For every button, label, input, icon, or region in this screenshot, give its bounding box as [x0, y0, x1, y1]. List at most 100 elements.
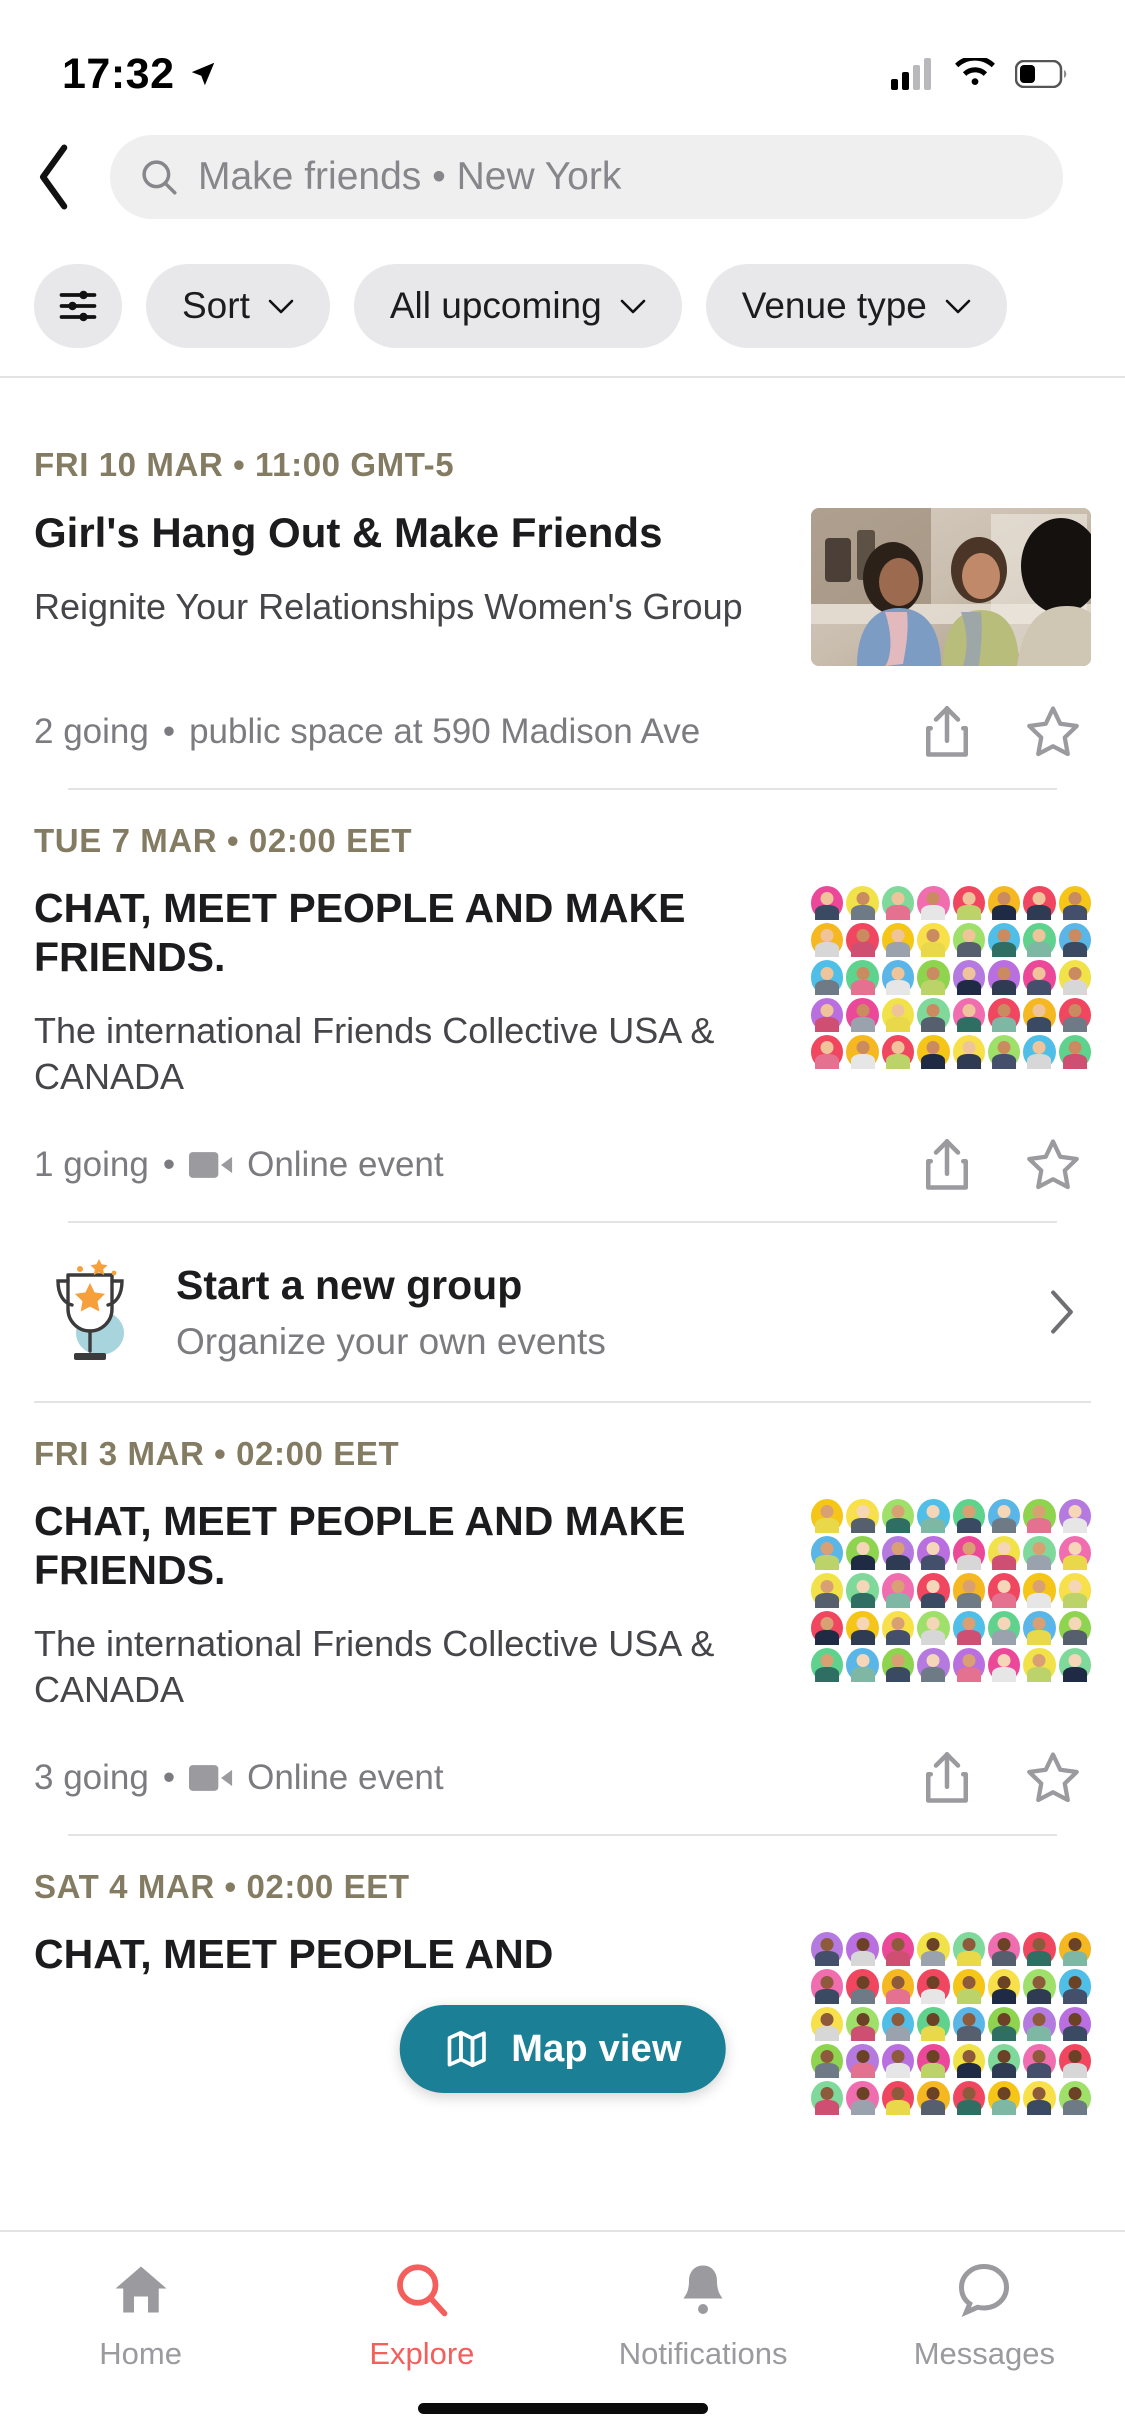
battery-low-icon — [1015, 60, 1067, 88]
avatar-circle — [1023, 2006, 1056, 2041]
avatar-circle — [846, 923, 879, 958]
share-icon[interactable] — [917, 1135, 977, 1195]
status-bar: 17:32 — [0, 0, 1125, 118]
home-icon — [111, 2258, 171, 2322]
bell-icon — [673, 2258, 733, 2322]
event-card-footer: 3 going • Online event — [34, 1718, 1091, 1834]
cafe-women-photo — [811, 508, 1091, 666]
avatar-circle — [987, 997, 1021, 1032]
avatar-circle — [917, 1647, 950, 1683]
chat-bubble-icon — [954, 2258, 1014, 2322]
avatar-circle — [917, 960, 950, 995]
tab-notifications-label: Notifications — [618, 2336, 788, 2371]
event-title: Girl's Hang Out & Make Friends — [34, 509, 663, 556]
star-outline-icon[interactable] — [1023, 1135, 1083, 1195]
date-range-chip[interactable]: All upcoming — [353, 264, 682, 348]
avatar-circle — [952, 886, 985, 921]
venue-type-chip-label: Venue type — [741, 285, 927, 326]
avatar-circle — [846, 1573, 879, 1608]
avatar-circle — [1023, 886, 1056, 921]
event-card[interactable]: FRI 3 MAR • 02:00 EET CHAT, MEET PEOPLE … — [0, 1403, 1125, 1837]
location-arrow-icon — [192, 62, 215, 86]
avatar-circle — [952, 960, 985, 995]
event-title: CHAT, MEET PEOPLE AND MAKE FRIENDS. — [34, 1498, 686, 1594]
avatar-circle — [811, 2006, 844, 2041]
avatar-circle — [1023, 1034, 1056, 1069]
avatar-circle — [846, 960, 879, 995]
avatar-circle — [1023, 960, 1056, 995]
avatar-circle — [987, 1932, 1021, 1967]
avatar-circle — [1058, 1610, 1091, 1645]
avatar-circle — [987, 1034, 1021, 1069]
avatar-circle — [987, 1499, 1021, 1534]
avatar-circle — [952, 1647, 985, 1683]
avatar-circle — [952, 1969, 985, 2004]
tab-messages[interactable]: Messages — [844, 2258, 1125, 2372]
avatar-circle — [881, 997, 915, 1032]
avatar-circle — [987, 2080, 1021, 2116]
event-meta-separator: • — [162, 1758, 176, 1798]
avatar-circle — [811, 997, 844, 1032]
tab-explore[interactable]: Explore — [281, 2258, 562, 2372]
search-input[interactable]: Make friends • New York — [110, 135, 1063, 219]
status-time: 17:32 — [62, 49, 175, 98]
event-attendees: 3 going — [34, 1758, 149, 1798]
avatar-circle — [917, 1932, 950, 1967]
avatar-circle — [881, 1647, 915, 1683]
map-view-button[interactable]: Map view — [399, 2005, 726, 2093]
event-date: SAT 4 MAR • 02:00 EET — [34, 1868, 410, 1906]
event-attendees: 2 going — [34, 712, 149, 751]
avatar-circle — [917, 886, 950, 921]
avatar-circle — [987, 1647, 1021, 1683]
venue-type-chip[interactable]: Venue type — [705, 264, 1007, 348]
start-new-group-row[interactable]: Start a new group Organize your own even… — [0, 1223, 1125, 1401]
filter-chip-row[interactable]: Sort All upcoming Venue type — [0, 236, 1125, 376]
avatar-circle — [917, 1969, 950, 2004]
event-results-list[interactable]: FRI 10 MAR • 11:00 GMT-5 Girl's Hang Out… — [0, 414, 1125, 2204]
star-outline-icon[interactable] — [1023, 1748, 1083, 1808]
chevron-right-icon[interactable] — [1049, 1289, 1075, 1335]
event-card-actions — [917, 1748, 1091, 1808]
home-indicator — [417, 2403, 708, 2414]
filters-button[interactable] — [34, 264, 122, 348]
avatar-circle — [846, 1610, 879, 1645]
avatar-circle — [881, 2006, 915, 2041]
search-header: Make friends • New York — [0, 118, 1125, 236]
event-card-text: Girl's Hang Out & Make Friends Reignite … — [34, 508, 789, 666]
share-icon[interactable] — [917, 1748, 977, 1808]
avatar-circle — [1058, 1499, 1091, 1534]
share-icon[interactable] — [917, 702, 977, 762]
event-card[interactable]: TUE 7 MAR • 02:00 EET CHAT, MEET PEOPLE … — [0, 790, 1125, 1224]
avatar-circle — [846, 886, 879, 921]
event-date: FRI 3 MAR • 02:00 EET — [34, 1435, 400, 1473]
tab-home[interactable]: Home — [0, 2258, 281, 2372]
avatar-circle — [1058, 1536, 1091, 1571]
header-divider — [0, 376, 1125, 378]
search-icon — [392, 2258, 452, 2322]
avatar-circle — [811, 923, 844, 958]
avatar-circle — [987, 1573, 1021, 1608]
avatar-circle — [1023, 1499, 1056, 1534]
event-group-name: Reignite Your Relationships Women's Grou… — [34, 586, 743, 628]
sort-chip[interactable]: Sort — [146, 264, 330, 348]
avatar-circle — [881, 886, 915, 921]
avatar-circle — [917, 923, 950, 958]
avatar-circle — [917, 1499, 950, 1534]
avatar-circle — [1058, 886, 1091, 921]
avatar-circle — [1023, 1647, 1056, 1683]
event-location: Online event — [247, 1758, 444, 1798]
avatar-circle — [952, 1034, 985, 1069]
tab-notifications[interactable]: Notifications — [563, 2258, 844, 2372]
back-button[interactable] — [12, 134, 98, 220]
avatar-circle — [881, 960, 915, 995]
avatar-circle — [1023, 2043, 1056, 2078]
map-icon — [447, 2030, 486, 2068]
avatar-circle — [881, 1536, 915, 1571]
avatar-circle — [1023, 997, 1056, 1032]
tab-explore-label: Explore — [369, 2336, 475, 2371]
star-outline-icon[interactable] — [1023, 702, 1083, 762]
event-card[interactable]: FRI 10 MAR • 11:00 GMT-5 Girl's Hang Out… — [0, 414, 1125, 790]
avatar-circle — [987, 1610, 1021, 1645]
avatar-circle — [846, 1932, 879, 1967]
avatar-circle — [811, 960, 844, 995]
